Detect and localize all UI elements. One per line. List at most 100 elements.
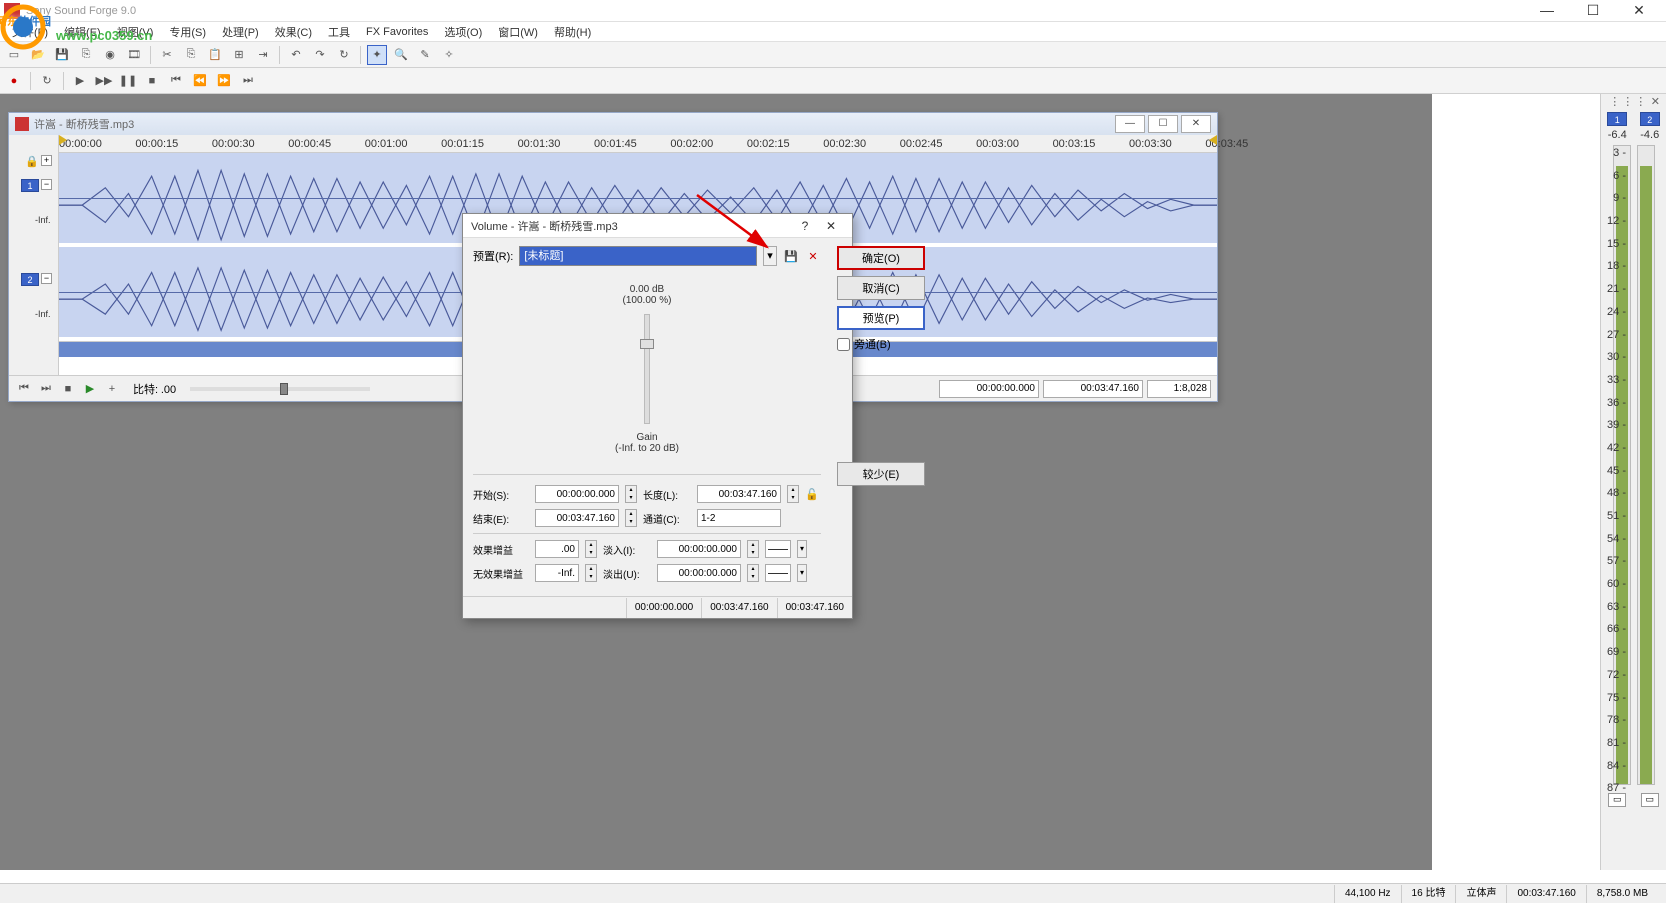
lock-icon[interactable]: 🔒 xyxy=(25,155,39,168)
fadein-dropdown-icon[interactable]: ▾ xyxy=(797,540,807,558)
zoom-tool-icon[interactable]: 🔍 xyxy=(391,45,411,65)
nofxgain-field[interactable] xyxy=(535,564,579,582)
go-start-icon[interactable]: ⏮ xyxy=(166,71,186,91)
meter-ch2-badge[interactable]: 2 xyxy=(1640,112,1660,126)
nofxgain-spinner[interactable]: ▴▾ xyxy=(585,564,597,582)
start-field[interactable] xyxy=(535,485,619,503)
fadeout-spinner[interactable]: ▴▾ xyxy=(747,564,759,582)
preset-select[interactable]: [未标题] xyxy=(519,246,757,266)
menu-window[interactable]: 窗口(W) xyxy=(490,22,546,42)
pencil-tool-icon[interactable]: ✎ xyxy=(415,45,435,65)
doc-close-button[interactable]: ✕ xyxy=(1181,115,1211,133)
channel-1-badge[interactable]: 1 xyxy=(21,179,39,192)
selection-start-field[interactable] xyxy=(939,380,1039,398)
panel-close-icon[interactable]: ✕ xyxy=(1651,95,1662,108)
new-icon[interactable]: ▭ xyxy=(4,45,24,65)
pause-icon[interactable]: ❚❚ xyxy=(118,71,138,91)
trim-icon[interactable]: ⇥ xyxy=(253,45,273,65)
doc-expand-icon[interactable]: + xyxy=(103,380,121,398)
panel-grip-icon[interactable]: ⋮⋮⋮ xyxy=(1609,95,1648,108)
doc-stop-icon[interactable]: ■ xyxy=(59,380,77,398)
rewind-icon[interactable]: ⏪ xyxy=(190,71,210,91)
fadein-spinner[interactable]: ▴▾ xyxy=(747,540,759,558)
start-spinner[interactable]: ▴▾ xyxy=(625,485,637,503)
document-titlebar[interactable]: 许嵩 - 断桥残雪.mp3 — ☐ ✕ xyxy=(9,113,1217,135)
end-spinner[interactable]: ▴▾ xyxy=(625,509,637,527)
fadein-envelope-icon[interactable] xyxy=(765,540,791,558)
menu-tools[interactable]: 工具 xyxy=(320,22,358,42)
mix-icon[interactable]: ⊞ xyxy=(229,45,249,65)
menu-view[interactable]: 视图(V) xyxy=(109,22,162,42)
fadein-field[interactable] xyxy=(657,540,741,558)
close-button[interactable]: ✕ xyxy=(1616,0,1662,22)
saveas-icon[interactable]: ⎘ xyxy=(76,45,96,65)
gain-slider[interactable] xyxy=(644,314,650,424)
menu-fx-favorites[interactable]: FX Favorites xyxy=(358,24,436,40)
redo-icon[interactable]: ↷ xyxy=(310,45,330,65)
ok-button[interactable]: 确定(O) xyxy=(837,246,925,270)
channel-2-badge[interactable]: 2 xyxy=(21,273,39,286)
meter-ch1-badge[interactable]: 1 xyxy=(1607,112,1627,126)
selection-end-marker[interactable] xyxy=(1207,135,1217,145)
save-icon[interactable]: 💾 xyxy=(52,45,72,65)
forward-icon[interactable]: ⏩ xyxy=(214,71,234,91)
save-preset-icon[interactable]: 💾 xyxy=(783,248,799,264)
fadeout-field[interactable] xyxy=(657,564,741,582)
menu-file[interactable]: 文件(F) xyxy=(4,22,56,42)
menu-process[interactable]: 处理(P) xyxy=(214,22,267,42)
menu-special[interactable]: 专用(S) xyxy=(161,22,214,42)
menu-edit[interactable]: 编辑(E) xyxy=(56,22,109,42)
bypass-checkbox[interactable]: 旁通(B) xyxy=(837,336,925,352)
time-ruler[interactable]: 00:00:00 00:00:15 00:00:30 00:00:45 00:0… xyxy=(59,135,1217,153)
cancel-button[interactable]: 取消(C) xyxy=(837,276,925,300)
bypass-checkbox-input[interactable] xyxy=(837,338,850,351)
repeat-icon[interactable]: ↻ xyxy=(334,45,354,65)
dialog-help-icon[interactable]: ? xyxy=(792,219,818,233)
dialog-titlebar[interactable]: Volume - 许嵩 - 断桥残雪.mp3 ? ✕ xyxy=(463,214,852,238)
disc-icon[interactable]: ◉ xyxy=(100,45,120,65)
undo-icon[interactable]: ↶ xyxy=(286,45,306,65)
menu-effects[interactable]: 效果(C) xyxy=(267,22,320,42)
cut-icon[interactable]: ✂ xyxy=(157,45,177,65)
fxgain-spinner[interactable]: ▴▾ xyxy=(585,540,597,558)
doc-minimize-button[interactable]: — xyxy=(1115,115,1145,133)
collapse-1-icon[interactable]: − xyxy=(41,179,52,190)
meter-mode-2-button[interactable]: ▭ xyxy=(1641,793,1659,807)
lock-selection-icon[interactable]: 🔓 xyxy=(805,488,821,501)
rate-slider[interactable] xyxy=(190,387,370,391)
dialog-close-icon[interactable]: ✕ xyxy=(818,219,844,233)
stop-icon[interactable]: ■ xyxy=(142,71,162,91)
go-end-icon[interactable]: ⏭ xyxy=(238,71,258,91)
expand-icon[interactable]: + xyxy=(41,155,52,166)
menu-help[interactable]: 帮助(H) xyxy=(546,22,599,42)
zoom-ratio-field[interactable] xyxy=(1147,380,1211,398)
fadeout-dropdown-icon[interactable]: ▾ xyxy=(797,564,807,582)
event-tool-icon[interactable]: ✧ xyxy=(439,45,459,65)
channel-field[interactable] xyxy=(697,509,781,527)
fxgain-field[interactable] xyxy=(535,540,579,558)
doc-maximize-button[interactable]: ☐ xyxy=(1148,115,1178,133)
less-button[interactable]: 较少(E) xyxy=(837,462,925,486)
copy-icon[interactable]: ⎘ xyxy=(181,45,201,65)
loop-icon[interactable]: ↻ xyxy=(37,71,57,91)
selection-start-marker[interactable] xyxy=(59,135,69,145)
selection-end-field[interactable] xyxy=(1043,380,1143,398)
delete-preset-icon[interactable]: ✕ xyxy=(805,248,821,264)
fadeout-envelope-icon[interactable] xyxy=(765,564,791,582)
open-icon[interactable]: 📂 xyxy=(28,45,48,65)
record-icon[interactable]: ● xyxy=(4,71,24,91)
doc-play-icon[interactable]: ▶ xyxy=(81,380,99,398)
play-icon[interactable]: ▶ xyxy=(70,71,90,91)
collapse-2-icon[interactable]: − xyxy=(41,273,52,284)
film-icon[interactable]: 🎞 xyxy=(124,45,144,65)
minimize-button[interactable]: — xyxy=(1524,0,1570,22)
end-field[interactable] xyxy=(535,509,619,527)
menu-options[interactable]: 选项(O) xyxy=(436,22,490,42)
length-spinner[interactable]: ▴▾ xyxy=(787,485,799,503)
preview-button[interactable]: 预览(P) xyxy=(837,306,925,330)
preset-dropdown-icon[interactable]: ▾ xyxy=(763,246,777,266)
doc-go-end-icon[interactable]: ⏭ xyxy=(37,380,55,398)
length-field[interactable] xyxy=(697,485,781,503)
doc-go-start-icon[interactable]: ⏮ xyxy=(15,380,33,398)
paste-icon[interactable]: 📋 xyxy=(205,45,225,65)
